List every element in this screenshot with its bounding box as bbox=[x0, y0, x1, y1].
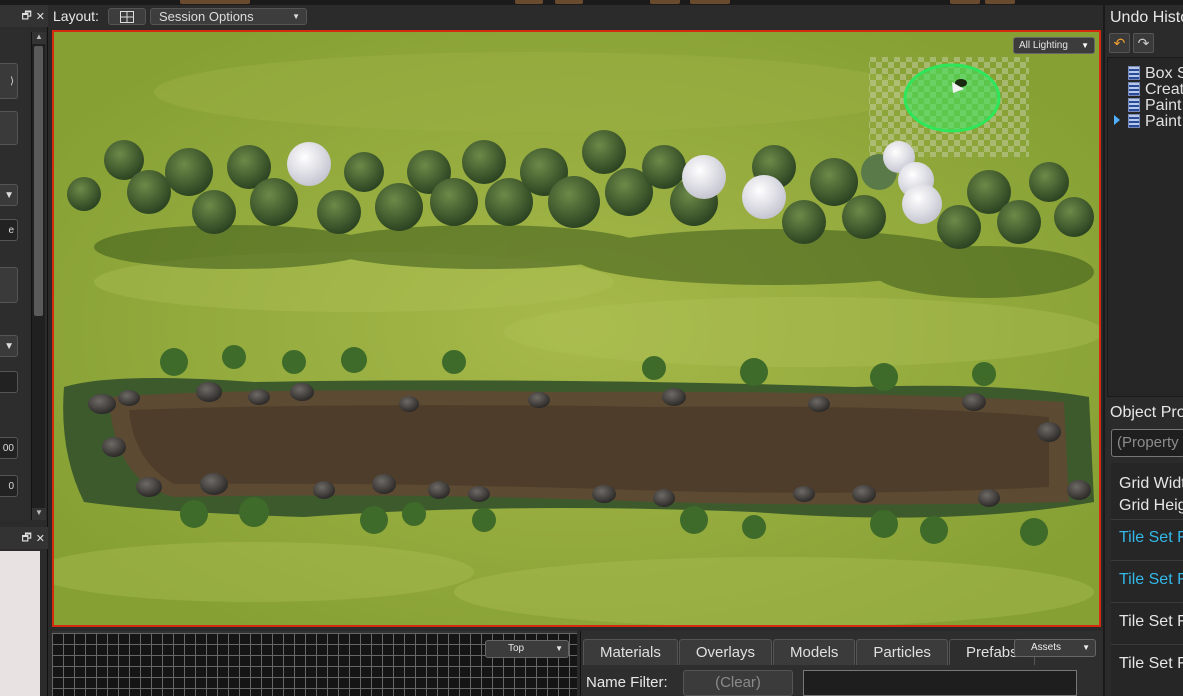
left-panel-header: 🗗 ✕ bbox=[0, 5, 48, 27]
left-panel-body: ⟩ ▼ e ▼ 00 0 bbox=[0, 29, 30, 521]
divider bbox=[1111, 560, 1183, 561]
property-list: Grid Width Grid Height Tile Set Filter T… bbox=[1111, 463, 1183, 696]
restore-icon[interactable]: 🗗 bbox=[21, 7, 31, 26]
chevron-down-icon: ▼ bbox=[1082, 643, 1090, 652]
chevron-down-icon: ⟩ bbox=[10, 75, 14, 87]
toolbar-button[interactable] bbox=[985, 0, 1015, 4]
view-dropdown[interactable]: Top ▼ bbox=[485, 640, 569, 658]
left-panel-field[interactable]: 0 bbox=[0, 475, 18, 497]
field-value: 00 bbox=[2, 442, 14, 454]
undo-item-label: Create bbox=[1145, 81, 1183, 98]
expand-arrow-icon[interactable] bbox=[1114, 115, 1120, 125]
tab-particles[interactable]: Particles bbox=[856, 639, 948, 665]
scene-viewport[interactable]: All Lighting ▼ bbox=[52, 30, 1101, 627]
property-tile-set-filter[interactable]: Tile Set Filter bbox=[1119, 529, 1183, 547]
tab-models[interactable]: Models bbox=[773, 639, 856, 665]
assets-tabs: Materials Overlays Models Particles Pref… bbox=[583, 639, 1036, 665]
undo-item[interactable]: Paint bbox=[1128, 113, 1181, 131]
chevron-down-icon: ▼ bbox=[1081, 41, 1089, 50]
undo-icon[interactable]: ↶ bbox=[1109, 33, 1130, 53]
left-panel-tool-button[interactable] bbox=[0, 267, 18, 303]
chevron-down-icon: ▼ bbox=[292, 12, 300, 21]
brush-selection-circle bbox=[903, 63, 1001, 133]
terrain-scene bbox=[54, 32, 1099, 625]
chevron-down-icon: ▼ bbox=[4, 189, 14, 201]
close-icon[interactable]: ✕ bbox=[36, 10, 45, 23]
clear-filter-button[interactable]: (Clear) bbox=[683, 670, 793, 696]
tab-overlays[interactable]: Overlays bbox=[678, 639, 773, 665]
undo-item-label: Paint bbox=[1145, 113, 1182, 130]
lighting-dropdown[interactable]: All Lighting ▼ bbox=[1013, 37, 1095, 54]
object-properties-title: Object Properties bbox=[1110, 404, 1183, 421]
history-entry-icon bbox=[1128, 114, 1140, 128]
left-panel-field[interactable] bbox=[0, 371, 18, 393]
left-panel-scrollbar[interactable]: ▲ ▼ bbox=[31, 32, 46, 520]
divider bbox=[1111, 519, 1183, 520]
history-entry-icon bbox=[1128, 98, 1140, 112]
tab-materials[interactable]: Materials bbox=[583, 639, 678, 665]
field-value: 0 bbox=[8, 480, 14, 492]
property-grid-height[interactable]: Grid Height bbox=[1119, 497, 1183, 515]
right-panel: Undo History ↶ ↷ Box Select Create Paint… bbox=[1103, 5, 1183, 696]
undo-history-title: Undo History bbox=[1110, 9, 1183, 26]
assets-dropdown-label: Assets bbox=[1031, 642, 1062, 653]
redo-icon[interactable]: ↷ bbox=[1133, 33, 1154, 53]
left-panel-dropdown[interactable]: ▼ bbox=[0, 335, 18, 357]
property-tile-set-filter[interactable]: Tile Set Filter bbox=[1119, 571, 1183, 589]
divider bbox=[1111, 644, 1183, 645]
toolbar-button[interactable] bbox=[555, 0, 583, 4]
left-panel-tool-button[interactable]: ⟩ bbox=[0, 63, 18, 99]
history-entry-icon bbox=[1128, 82, 1140, 96]
toolbar-button[interactable] bbox=[690, 0, 730, 4]
layout-grid-icon bbox=[120, 10, 134, 23]
property-grid-width[interactable]: Grid Width bbox=[1119, 475, 1183, 493]
scrollbar-thumb[interactable] bbox=[34, 46, 43, 316]
divider bbox=[1111, 602, 1183, 603]
layout-bar: Layout: Session Options ▼ bbox=[48, 5, 1103, 28]
scroll-up-icon[interactable]: ▲ bbox=[32, 32, 46, 44]
undo-history-list: Box Select Create Paint Paint bbox=[1107, 57, 1183, 397]
view-dropdown-label: Top bbox=[508, 643, 525, 654]
name-filter-label: Name Filter: bbox=[586, 674, 668, 691]
name-filter-input[interactable] bbox=[803, 670, 1077, 696]
layout-label: Layout: bbox=[53, 8, 99, 24]
property-tile-set-filter[interactable]: Tile Set Filter bbox=[1119, 655, 1183, 673]
layout-grid-button[interactable] bbox=[108, 8, 146, 25]
undo-item-label: Box Select bbox=[1145, 65, 1183, 82]
field-value: e bbox=[8, 224, 14, 236]
undo-redo-buttons: ↶ ↷ bbox=[1109, 33, 1154, 53]
close-icon[interactable]: ✕ bbox=[36, 532, 45, 545]
assets-dropdown[interactable]: Assets ▼ bbox=[1014, 639, 1096, 657]
toolbar-button[interactable] bbox=[180, 0, 250, 4]
toolbar-button[interactable] bbox=[950, 0, 980, 4]
left-panel-field[interactable]: e bbox=[0, 219, 18, 241]
left-panel: 🗗 ✕ ⟩ ▼ e ▼ 00 0 ▲ ▼ 🗗 ✕ bbox=[0, 5, 48, 696]
lighting-dropdown-label: All Lighting bbox=[1019, 40, 1068, 51]
left-panel-field[interactable]: 00 bbox=[0, 437, 18, 459]
property-filter-input[interactable]: (Property Filter) bbox=[1111, 429, 1183, 457]
chevron-down-icon: ▼ bbox=[4, 340, 14, 352]
restore-icon[interactable]: 🗗 bbox=[21, 529, 31, 548]
history-entry-icon bbox=[1128, 66, 1140, 80]
left-panel-2-header: 🗗 ✕ bbox=[0, 527, 48, 549]
session-options-label: Session Options bbox=[159, 9, 254, 24]
property-tile-set-filter[interactable]: Tile Set Filter bbox=[1119, 613, 1183, 631]
undo-item-label: Paint bbox=[1145, 97, 1182, 114]
left-panel-2-body bbox=[0, 551, 40, 696]
chevron-down-icon: ▼ bbox=[555, 644, 563, 653]
left-panel-dropdown[interactable]: ▼ bbox=[0, 184, 18, 206]
session-options-dropdown[interactable]: Session Options ▼ bbox=[150, 8, 307, 25]
toolbar-button[interactable] bbox=[515, 0, 543, 4]
scroll-down-icon[interactable]: ▼ bbox=[32, 508, 46, 520]
left-panel-tool-button[interactable] bbox=[0, 111, 18, 145]
toolbar-button[interactable] bbox=[650, 0, 680, 4]
assets-panel: Materials Overlays Models Particles Pref… bbox=[580, 631, 1103, 696]
